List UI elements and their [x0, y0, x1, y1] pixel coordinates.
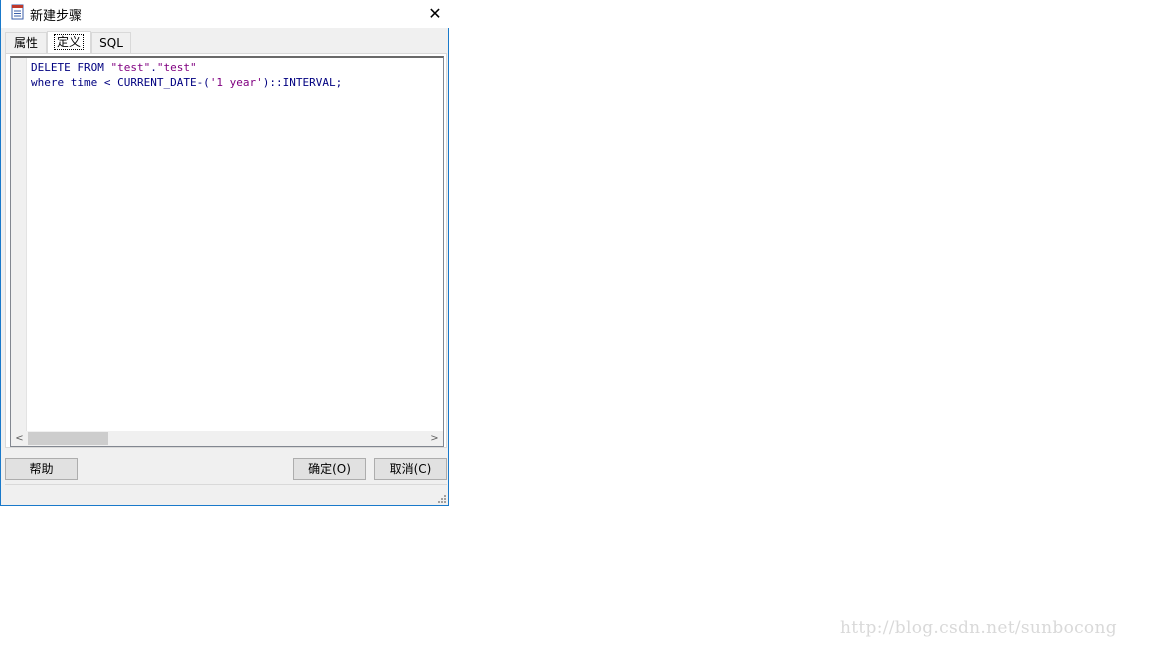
tab-label: 定义 [53, 34, 84, 50]
tab-label: 属性 [13, 36, 38, 50]
code-string: '1 year' [209, 76, 263, 89]
close-icon: ✕ [428, 3, 442, 23]
scroll-left-icon[interactable]: < [11, 431, 28, 446]
ok-button[interactable]: 确定(O) [293, 458, 366, 480]
line-gutter [11, 58, 27, 431]
code-line: where time < CURRENT_DATE-('1 year')::IN… [31, 75, 342, 90]
code-keyword: )::INTERVAL; [262, 76, 343, 89]
cancel-button[interactable]: 取消(C) [374, 458, 447, 480]
scroll-thumb[interactable] [28, 432, 108, 445]
window-title: 新建步骤 [30, 9, 83, 24]
status-bar [5, 484, 447, 504]
resize-grip-icon[interactable] [437, 494, 447, 504]
new-step-dialog: 新建步骤 ✕ 属性 定义 SQL DELETE FROM "test"."tes… [0, 0, 450, 506]
help-button[interactable]: 帮助 [5, 458, 78, 480]
tab-label: SQL [99, 36, 123, 50]
code-string: "test" [156, 61, 197, 74]
definition-panel: DELETE FROM "test"."test" where time < CU… [5, 53, 447, 448]
document-icon [11, 4, 24, 20]
scroll-right-icon[interactable]: > [426, 431, 443, 446]
sql-editor[interactable]: DELETE FROM "test"."test" where time < CU… [10, 56, 444, 447]
code-string: "test" [110, 61, 151, 74]
code-keyword: . [150, 61, 157, 74]
code-line: DELETE FROM "test"."test" [31, 60, 342, 75]
tab-definition[interactable]: 定义 [47, 31, 91, 54]
close-button[interactable]: ✕ [420, 0, 450, 26]
sql-code[interactable]: DELETE FROM "test"."test" where time < CU… [31, 60, 342, 90]
code-keyword: where time < CURRENT_DATE-( [31, 76, 210, 89]
horizontal-scrollbar[interactable]: < > [11, 431, 443, 446]
code-keyword: DELETE FROM [31, 61, 111, 74]
tab-sql[interactable]: SQL [91, 32, 131, 53]
title-bar[interactable]: 新建步骤 ✕ [1, 0, 450, 28]
tab-properties[interactable]: 属性 [5, 32, 47, 53]
watermark: http://blog.csdn.net/sunbocong [840, 618, 1117, 638]
